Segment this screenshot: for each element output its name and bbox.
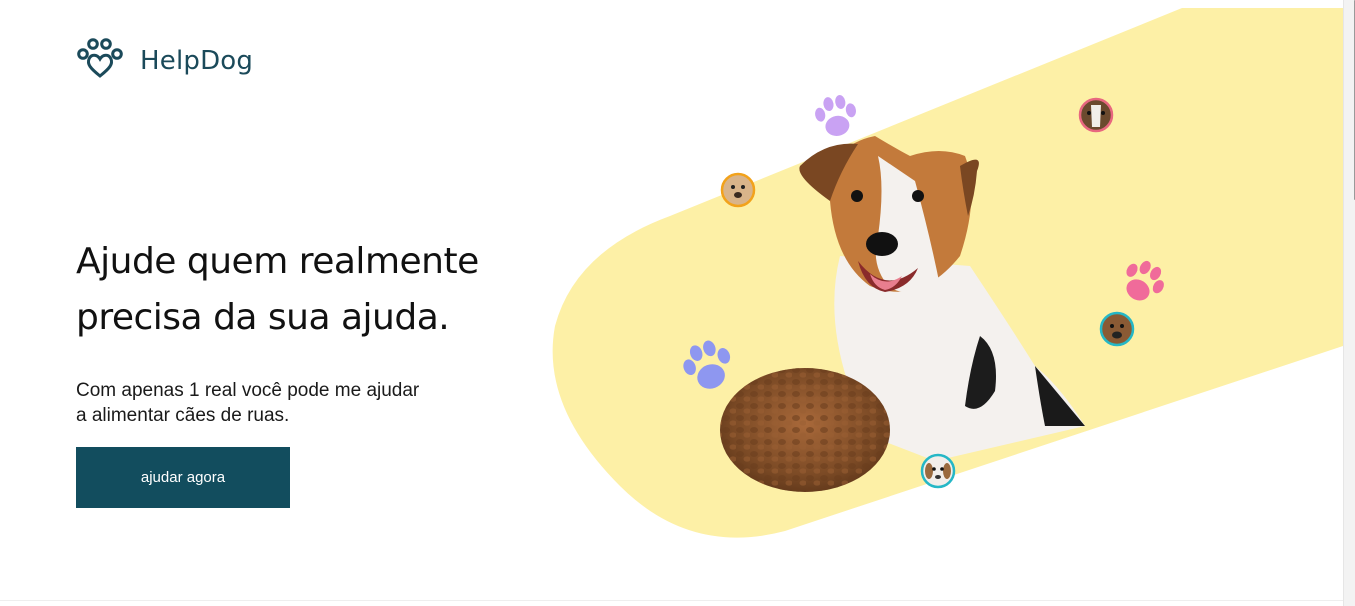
- hero-subtitle-line-1: Com apenas 1 real você pode me ajudar: [76, 380, 420, 401]
- hero-title-line-1: Ajude quem realmente: [76, 241, 479, 282]
- hero-illustration: [540, 6, 1343, 541]
- hero-subtitle: Com apenas 1 real você pode me ajudar a …: [76, 378, 456, 428]
- paw-heart-icon: [77, 38, 123, 78]
- paw-print-purple-icon: [815, 95, 856, 136]
- dog-avatar-icon[interactable]: [720, 172, 756, 208]
- dog-avatar-icon[interactable]: [1099, 311, 1135, 347]
- brand-logo[interactable]: HelpDog: [76, 36, 253, 82]
- dog-avatar-icon[interactable]: [1078, 97, 1114, 133]
- hero-title-line-2: precisa da sua ajuda.: [76, 297, 450, 338]
- dog-avatar-icon[interactable]: [920, 453, 956, 489]
- page-divider: [0, 600, 1343, 601]
- hero-title: Ajude quem realmente precisa da sua ajud…: [76, 234, 536, 346]
- help-now-button[interactable]: ajudar agora: [76, 447, 290, 508]
- hero-illustration-svg: [552, 8, 1343, 538]
- dog-kibble-pile: [720, 368, 890, 492]
- vertical-scrollbar[interactable]: [1343, 0, 1355, 606]
- hero-subtitle-line-2: a alimentar cães de ruas.: [76, 405, 290, 426]
- brand-name: HelpDog: [140, 46, 254, 76]
